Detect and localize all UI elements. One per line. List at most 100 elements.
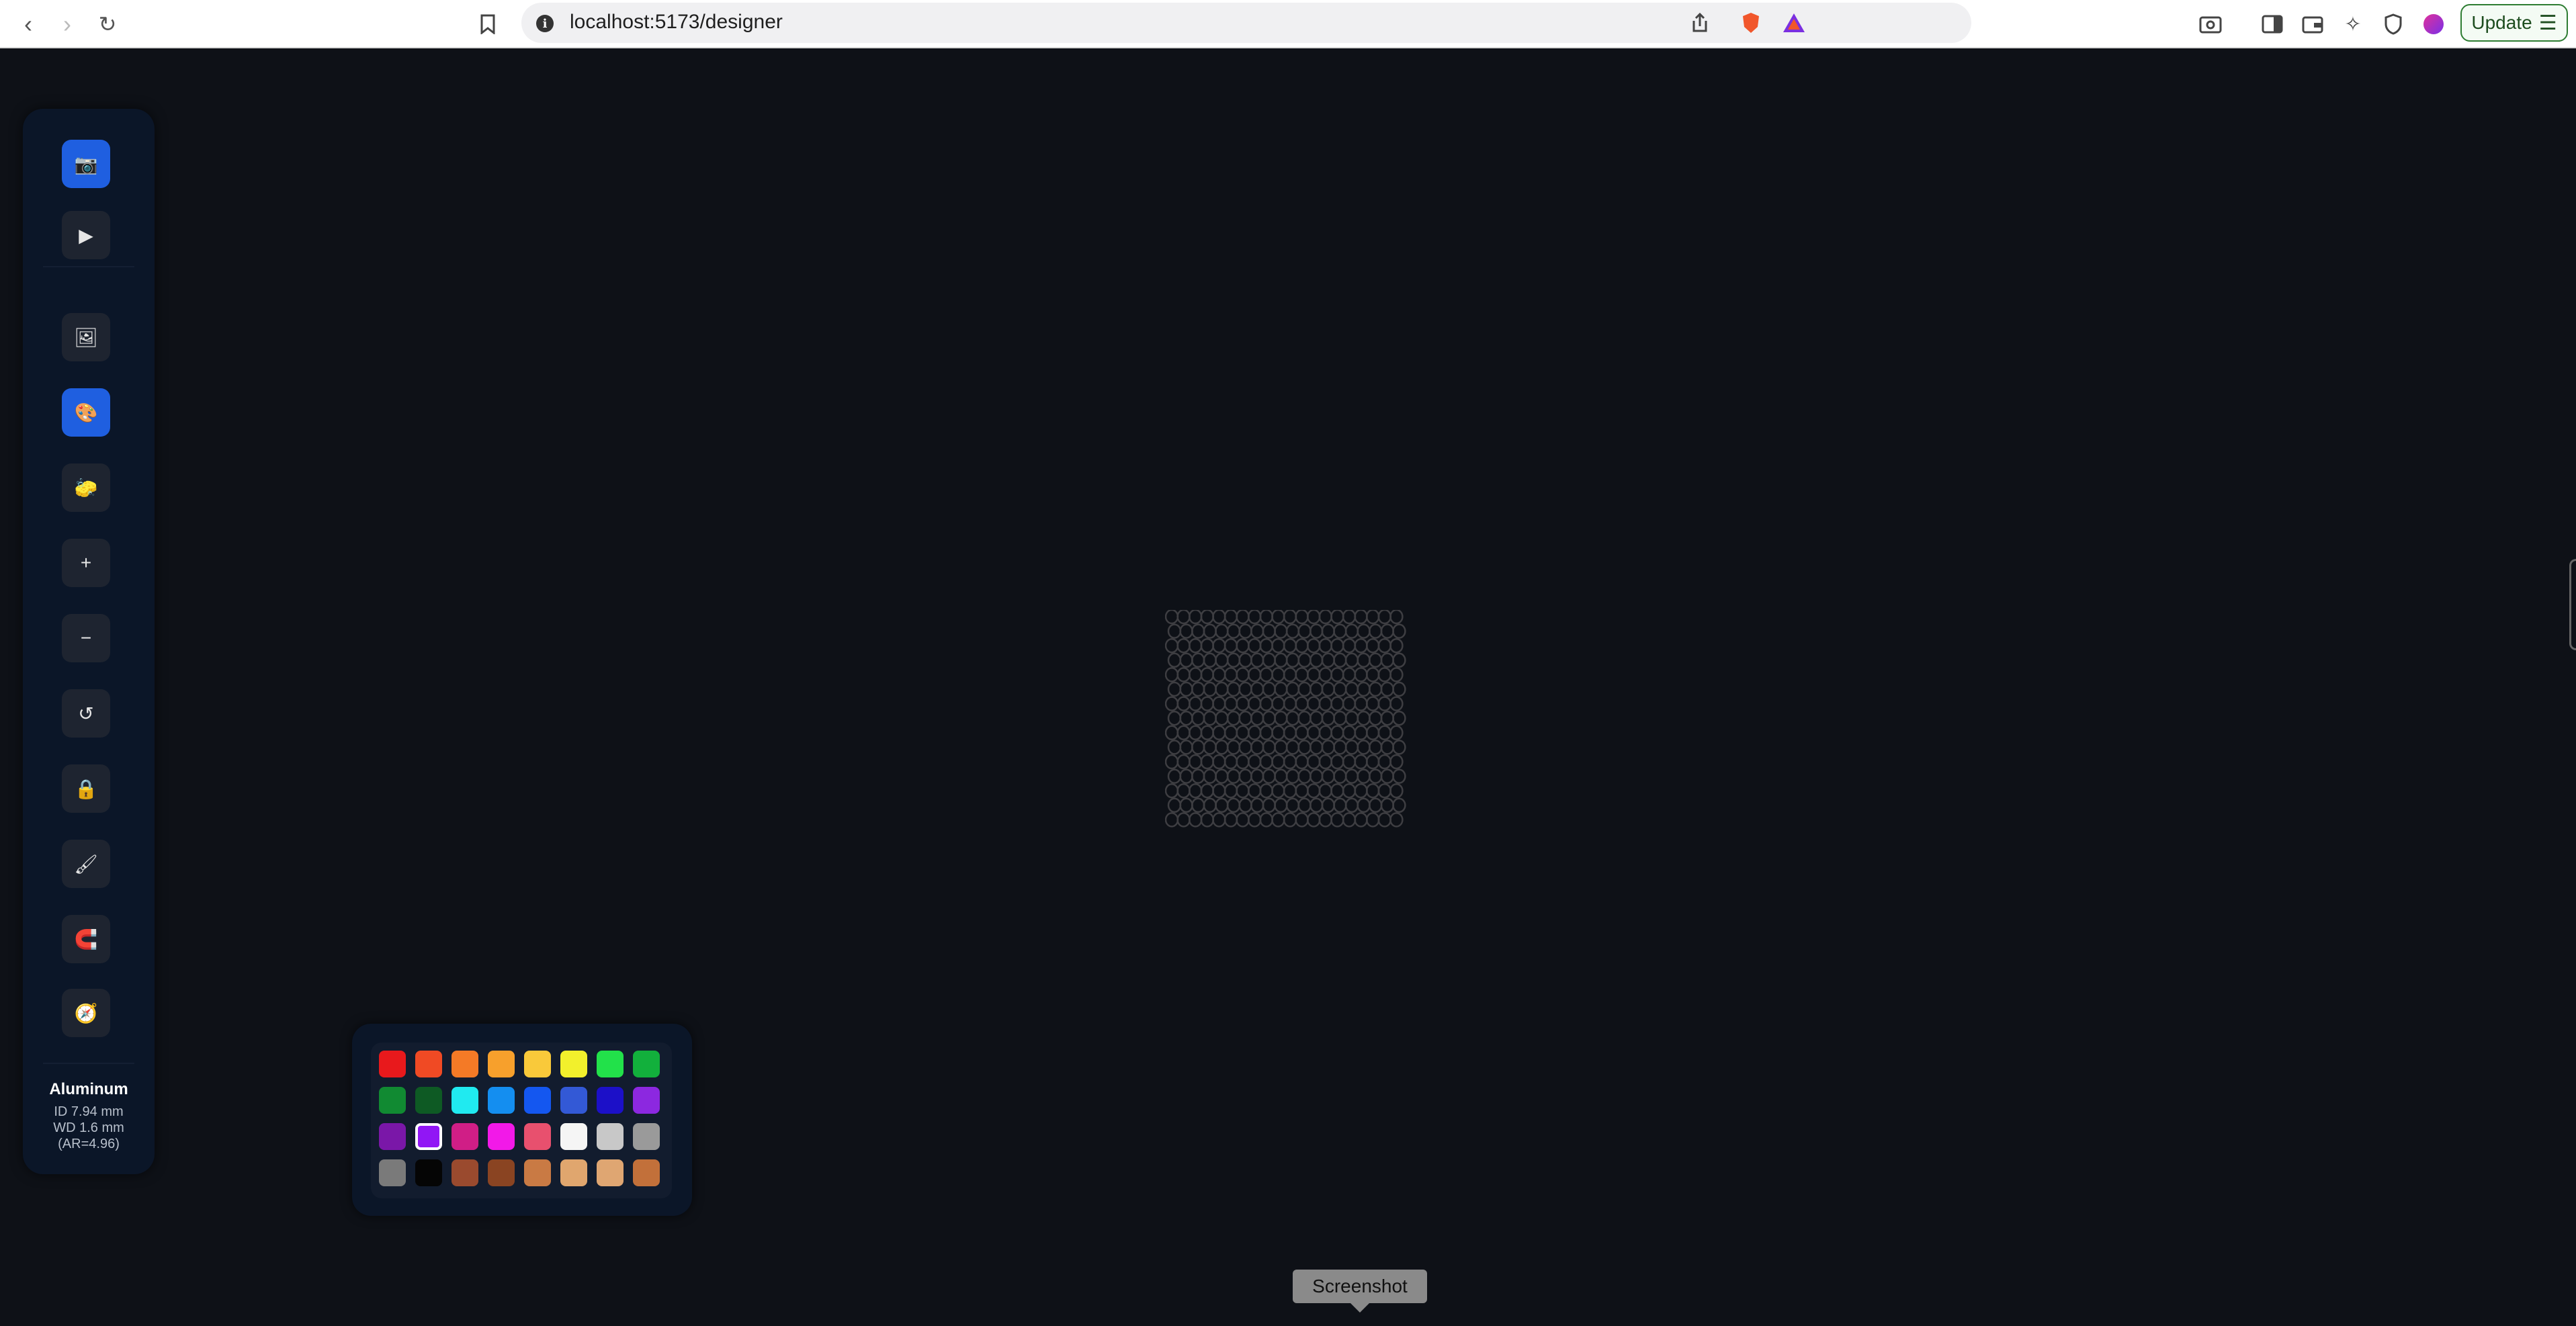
site-info-icon[interactable]: i (536, 15, 554, 32)
tool-button-palette[interactable]: 🎨 (62, 388, 110, 437)
mesh-ring (1333, 652, 1347, 668)
color-swatch[interactable] (488, 1087, 515, 1114)
bookmark-icon[interactable] (473, 9, 503, 39)
brave-rewards-icon[interactable] (1779, 8, 1809, 38)
mesh-ring (1212, 783, 1226, 799)
color-swatch[interactable] (452, 1051, 478, 1077)
color-swatch[interactable] (524, 1051, 551, 1077)
leo-ai-icon[interactable]: ✧ (2338, 9, 2368, 39)
color-swatch[interactable] (452, 1123, 478, 1150)
mesh-ring (1247, 725, 1262, 741)
color-swatch[interactable] (633, 1051, 660, 1077)
mesh-ring (1262, 681, 1277, 697)
color-swatch[interactable] (415, 1087, 442, 1114)
mesh-ring (1392, 652, 1406, 668)
color-swatch[interactable] (597, 1123, 624, 1150)
reset-icon: ↺ (78, 703, 94, 724)
mesh-ring (1200, 754, 1215, 770)
color-swatch[interactable] (597, 1087, 624, 1114)
tool-button-image[interactable]: 🖼 (62, 313, 110, 361)
color-swatch[interactable] (488, 1051, 515, 1077)
wallet-icon[interactable] (2298, 9, 2327, 39)
tool-button-zoom-in[interactable]: + (62, 539, 110, 587)
toolbar-divider (43, 1063, 134, 1064)
back-icon[interactable]: ‹ (12, 8, 44, 40)
color-swatch[interactable] (379, 1159, 406, 1186)
tool-button-eraser[interactable]: 🧽 (62, 463, 110, 512)
color-swatch[interactable] (524, 1087, 551, 1114)
mesh-ring (1342, 754, 1357, 770)
tool-button-reset[interactable]: ↺ (62, 689, 110, 738)
color-swatch[interactable] (560, 1087, 587, 1114)
color-swatch[interactable] (560, 1051, 587, 1077)
swatch-grid (371, 1043, 672, 1198)
tool-button-lock[interactable]: 🔒 (62, 764, 110, 813)
mesh-ring (1295, 696, 1309, 711)
color-swatch[interactable] (488, 1159, 515, 1186)
color-swatch[interactable] (560, 1159, 587, 1186)
tool-button-brush[interactable]: 🖌 (62, 840, 110, 888)
tool-button-camera[interactable]: 📷 (62, 140, 110, 188)
sidebar-icon[interactable] (2258, 9, 2287, 39)
mesh-ring (1297, 710, 1312, 726)
tool-button-magnet[interactable]: 🧲 (62, 915, 110, 963)
mesh-ring (1179, 623, 1193, 639)
tool-button-zoom-out[interactable]: − (62, 614, 110, 662)
color-swatch[interactable] (633, 1123, 660, 1150)
color-swatch[interactable] (452, 1087, 478, 1114)
reload-icon[interactable]: ↻ (91, 8, 124, 40)
brave-shield-icon[interactable] (1736, 8, 1766, 38)
mesh-ring (1250, 623, 1264, 639)
mesh-ring (1259, 637, 1274, 654)
chainmail-mesh[interactable] (1165, 610, 1411, 828)
profile-icon[interactable] (2419, 9, 2448, 39)
forward-icon[interactable]: › (51, 8, 83, 40)
side-panel-handle[interactable] (2569, 559, 2576, 650)
screenshot-icon[interactable] (2196, 9, 2225, 39)
color-swatch[interactable] (597, 1159, 624, 1186)
address-bar[interactable]: i localhost:5173/designer (521, 3, 1971, 43)
color-swatch[interactable] (524, 1123, 551, 1150)
color-swatch[interactable] (379, 1087, 406, 1114)
mesh-ring (1238, 740, 1252, 755)
vpn-icon[interactable] (2378, 9, 2408, 39)
color-swatch[interactable] (415, 1159, 442, 1186)
tool-button-gauge[interactable]: 🧭 (62, 989, 110, 1037)
mesh-ring (1203, 652, 1217, 668)
share-icon[interactable] (1685, 8, 1715, 38)
mesh-ring (1333, 710, 1347, 726)
mesh-ring (1297, 740, 1312, 755)
color-swatch[interactable] (452, 1159, 478, 1186)
mesh-ring (1212, 637, 1226, 654)
mesh-ring (1354, 812, 1368, 828)
mesh-ring (1306, 637, 1321, 654)
color-swatch[interactable] (597, 1051, 624, 1077)
color-swatch[interactable] (633, 1159, 660, 1186)
mesh-ring (1392, 623, 1406, 639)
color-swatch[interactable] (633, 1087, 660, 1114)
mesh-ring (1167, 652, 1182, 668)
color-swatch[interactable] (379, 1051, 406, 1077)
mesh-ring (1191, 797, 1205, 813)
mesh-ring (1295, 725, 1309, 741)
mesh-ring (1389, 812, 1404, 828)
mesh-ring (1236, 754, 1250, 770)
mesh-ring (1236, 610, 1250, 625)
color-swatch[interactable] (379, 1123, 406, 1150)
mesh-ring (1342, 637, 1357, 654)
mesh-ring (1330, 696, 1344, 711)
color-swatch[interactable] (560, 1123, 587, 1150)
mesh-ring (1226, 681, 1241, 697)
mesh-ring (1223, 696, 1238, 711)
update-button[interactable]: Update ☰ (2460, 4, 2568, 42)
mesh-ring (1368, 681, 1383, 697)
color-swatch[interactable] (524, 1159, 551, 1186)
mesh-ring (1226, 768, 1241, 784)
color-swatch[interactable] (488, 1123, 515, 1150)
mesh-ring (1188, 667, 1203, 682)
color-swatch[interactable] (415, 1051, 442, 1077)
mesh-ring (1215, 681, 1229, 697)
tool-button-play[interactable]: ▶ (62, 211, 110, 259)
mesh-ring (1306, 812, 1321, 828)
color-swatch[interactable] (415, 1123, 442, 1150)
